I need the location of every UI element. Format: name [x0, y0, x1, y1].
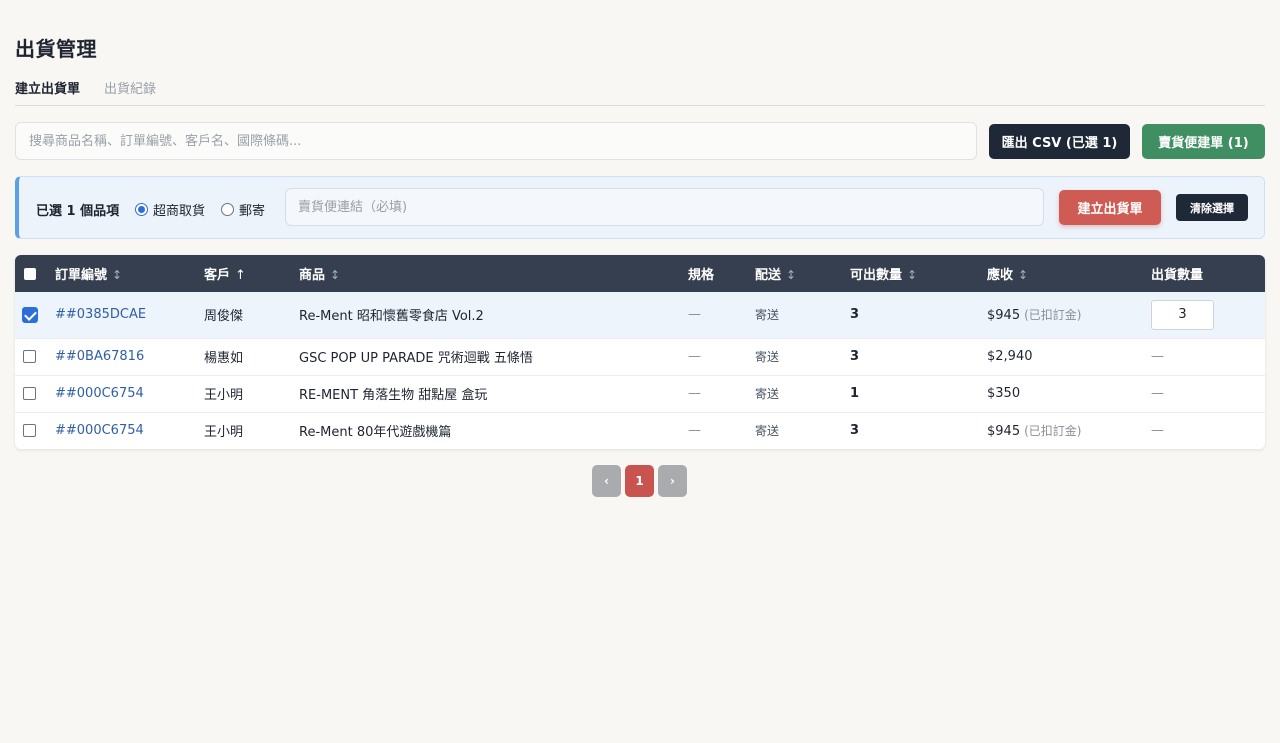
tab-bar: 建立出貨單 出貨紀錄 — [15, 76, 1265, 106]
order-id-link[interactable]: ##000C6754 — [55, 386, 144, 401]
product-name: GSC POP UP PARADE 咒術迴戰 五條悟 — [299, 351, 533, 366]
radio-checked-icon — [135, 203, 148, 216]
available-qty: 3 — [850, 349, 860, 364]
header-label: 應收 — [987, 268, 1014, 283]
radio-label: 郵寄 — [239, 204, 266, 219]
receivable-amount: $350 — [987, 386, 1021, 401]
table-header-row: 訂單編號 ↕ 客戶 ↑ 商品 ↕ 規格 配送 ↕ 可出數量 ↕ 應收 ↕ 出貨數量 — [15, 255, 1265, 292]
spec-value: — — [688, 307, 701, 323]
page-1-button[interactable]: 1 — [625, 465, 654, 497]
page-title: 出貨管理 — [15, 37, 97, 61]
table-row: ##0385DCAE 周俊傑 Re-Ment 昭和懷舊零食店 Vol.2 — 寄… — [15, 292, 1265, 338]
sort-both-icon: ↕ — [1018, 268, 1029, 282]
table-row: ##000C6754 王小明 Re-Ment 80年代遊戲機篇 — 寄送 3 $… — [15, 412, 1265, 449]
sort-both-icon: ↕ — [112, 268, 123, 282]
sell-link-input[interactable] — [285, 188, 1044, 226]
header-label: 規格 — [688, 268, 715, 283]
spec-value: — — [688, 423, 701, 439]
clear-selection-button[interactable]: 清除選擇 — [1176, 194, 1248, 221]
sort-ascending-icon: ↑ — [235, 268, 246, 283]
spec-value: — — [688, 349, 701, 364]
order-id-link[interactable]: ##0BA67816 — [55, 349, 144, 364]
selection-bar: 已選 1 個品項 超商取貨 郵寄 建立出貨單 清除選擇 — [15, 176, 1265, 239]
available-qty: 3 — [850, 307, 860, 323]
delivery-method: 寄送 — [755, 387, 780, 401]
delivery-method: 寄送 — [755, 308, 780, 323]
receivable-amount: $2,940 — [987, 349, 1033, 364]
selected-count-label: 已選 1 個品項 — [36, 204, 120, 219]
receivable-amount: $945 — [987, 424, 1021, 440]
spec-value: — — [688, 386, 701, 401]
search-toolbar: 匯出 CSV (已選 1) 賣貨便建單 (1) — [15, 122, 1265, 160]
search-input[interactable] — [15, 122, 977, 160]
deposit-note: (已扣訂金) — [1024, 424, 1082, 439]
radio-postal-mail[interactable]: 郵寄 — [221, 200, 265, 219]
sell-link-create-button[interactable]: 賣貨便建單 (1) — [1142, 124, 1265, 159]
ship-qty-empty: — — [1151, 386, 1164, 401]
customer-name: 周俊傑 — [204, 309, 244, 325]
available-qty: 3 — [850, 423, 860, 439]
sort-both-icon: ↕ — [907, 268, 918, 282]
prev-page-button[interactable]: ‹ — [592, 465, 621, 497]
customer-name: 楊惠如 — [204, 351, 244, 366]
delivery-method: 寄送 — [755, 350, 780, 364]
column-header-delivery[interactable]: 配送 ↕ — [755, 255, 850, 292]
column-header-receivable[interactable]: 應收 ↕ — [987, 255, 1151, 292]
shipping-management-page: 出貨管理 建立出貨單 出貨紀錄 匯出 CSV (已選 1) 賣貨便建單 (1) … — [0, 0, 1280, 743]
product-name: RE-MENT 角落生物 甜點屋 盒玩 — [299, 388, 488, 403]
header-label: 商品 — [299, 268, 326, 283]
receivable-amount: $945 — [987, 308, 1021, 324]
column-header-customer[interactable]: 客戶 ↑ — [204, 255, 299, 292]
header-label: 訂單編號 — [55, 268, 108, 283]
tab-create-shipment[interactable]: 建立出貨單 — [15, 76, 80, 105]
column-header-ship-qty: 出貨數量 — [1151, 255, 1265, 292]
ship-qty-empty: — — [1151, 349, 1164, 364]
orders-table: 訂單編號 ↕ 客戶 ↑ 商品 ↕ 規格 配送 ↕ 可出數量 ↕ 應收 ↕ 出貨數量 ##03… — [15, 255, 1265, 449]
radio-label: 超商取貨 — [153, 204, 206, 219]
table-row: ##000C6754 王小明 RE-MENT 角落生物 甜點屋 盒玩 — 寄送 … — [15, 375, 1265, 412]
row-checkbox[interactable] — [22, 306, 38, 323]
column-header-spec: 規格 — [688, 255, 755, 292]
create-shipment-button[interactable]: 建立出貨單 — [1059, 190, 1161, 225]
sort-both-icon: ↕ — [786, 268, 797, 282]
export-csv-button[interactable]: 匯出 CSV (已選 1) — [989, 124, 1130, 159]
column-header-product[interactable]: 商品 ↕ — [299, 255, 688, 292]
next-page-button[interactable]: › — [658, 465, 687, 497]
ship-qty-input[interactable] — [1151, 299, 1214, 330]
header-label: 客戶 — [204, 268, 231, 283]
deposit-note: (已扣訂金) — [1024, 308, 1082, 323]
product-name: Re-Ment 昭和懷舊零食店 Vol.2 — [299, 309, 484, 325]
delivery-method: 寄送 — [755, 424, 780, 439]
radio-unchecked-icon — [221, 203, 234, 216]
column-header-order-id[interactable]: 訂單編號 ↕ — [55, 255, 204, 292]
tab-shipment-history[interactable]: 出貨紀錄 — [104, 76, 156, 105]
header-label: 可出數量 — [850, 268, 903, 283]
row-checkbox[interactable] — [23, 387, 36, 400]
radio-convenience-store-pickup[interactable]: 超商取貨 — [135, 200, 205, 219]
order-id-link[interactable]: ##000C6754 — [55, 423, 144, 438]
ship-qty-empty: — — [1151, 423, 1164, 439]
order-id-link[interactable]: ##0385DCAE — [55, 307, 146, 322]
table-row: ##0BA67816 楊惠如 GSC POP UP PARADE 咒術迴戰 五條… — [15, 338, 1265, 375]
customer-name: 王小明 — [204, 425, 244, 441]
select-all-checkbox[interactable] — [24, 267, 36, 280]
product-name: Re-Ment 80年代遊戲機篇 — [299, 425, 452, 441]
row-checkbox[interactable] — [23, 350, 36, 363]
customer-name: 王小明 — [204, 388, 244, 403]
column-header-available-qty[interactable]: 可出數量 ↕ — [850, 255, 987, 292]
header-label: 配送 — [755, 268, 782, 283]
available-qty: 1 — [850, 386, 860, 401]
sort-both-icon: ↕ — [330, 268, 341, 282]
row-checkbox[interactable] — [23, 424, 36, 438]
header-label: 出貨數量 — [1151, 268, 1204, 283]
pagination: ‹ 1 › — [592, 465, 687, 497]
